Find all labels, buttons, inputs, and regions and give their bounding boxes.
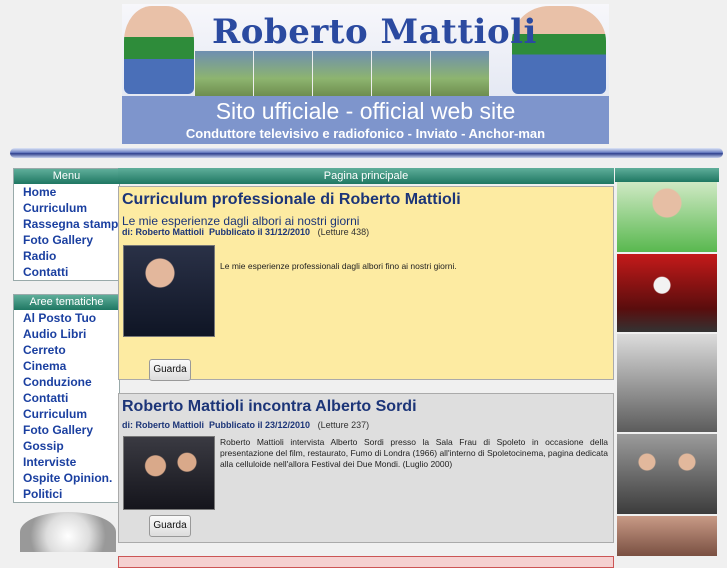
site-subtitle: Sito ufficiale - official web site <box>215 98 516 124</box>
menu-item-contatti[interactable]: Contatti <box>14 264 119 280</box>
site-title: Roberto Mattioli <box>212 12 537 52</box>
site-tagline: Conduttore televisivo e radiofonico - In… <box>185 126 546 141</box>
menu-item-radio[interactable]: Radio <box>14 248 119 264</box>
divider-bar <box>10 148 723 158</box>
article-image[interactable] <box>123 436 215 510</box>
article-reads: (Letture 237) <box>317 420 370 430</box>
areas-title: Aree tematiche <box>14 295 119 310</box>
area-item-conduzione[interactable]: Conduzione <box>14 374 119 390</box>
article-card: Curriculum professionale di Roberto Matt… <box>118 186 614 381</box>
menu-item-foto-gallery[interactable]: Foto Gallery <box>14 232 119 248</box>
banner-caption: Sito ufficiale - official web site Condu… <box>122 96 609 144</box>
article-author: di: Roberto Mattioli <box>122 420 204 430</box>
banner-photo-area: Roberto Mattioli <box>122 4 609 98</box>
main-content: Pagina principale Curriculum professiona… <box>118 168 614 568</box>
area-item-contatti[interactable]: Contatti <box>14 390 119 406</box>
banner-thumb-2 <box>253 50 313 98</box>
wikipedia-globe-icon[interactable] <box>20 512 116 552</box>
article-card: Roberto Mattioli incontra Alberto Sordi … <box>118 393 614 543</box>
article-image[interactable] <box>123 245 215 337</box>
article-date: Pubblicato il 31/12/2010 <box>209 227 311 237</box>
article-card-partial <box>118 556 614 568</box>
banner-thumb-3 <box>312 50 372 98</box>
photo-sidebar <box>615 168 719 558</box>
guarda-button[interactable]: Guarda <box>149 359 191 381</box>
area-item-foto-gallery[interactable]: Foto Gallery <box>14 422 119 438</box>
main-title: Pagina principale <box>118 168 614 184</box>
area-item-gossip[interactable]: Gossip <box>14 438 119 454</box>
area-item-cinema[interactable]: Cinema <box>14 358 119 374</box>
menu-title: Menu <box>14 169 119 184</box>
banner-thumb-4 <box>371 50 431 98</box>
area-item-curriculum[interactable]: Curriculum <box>14 406 119 422</box>
guarda-button[interactable]: Guarda <box>149 515 191 537</box>
header-banner: Roberto Mattioli Sito ufficiale - offici… <box>122 4 609 144</box>
sidebar-photo-4[interactable] <box>617 434 717 514</box>
banner-thumb-1 <box>194 50 254 98</box>
area-item-cerreto[interactable]: Cerreto <box>14 342 119 358</box>
article-reads: (Letture 438) <box>317 227 370 237</box>
menu-item-curriculum[interactable]: Curriculum <box>14 200 119 216</box>
article-title[interactable]: Curriculum professionale di Roberto Matt… <box>122 191 461 209</box>
menu-item-rassegna-stampa[interactable]: Rassegna stampa <box>14 216 125 232</box>
area-item-ospite-opinion[interactable]: Ospite Opinion. <box>14 470 119 486</box>
area-item-al-posto-tuo[interactable]: Al Posto Tuo <box>14 310 119 326</box>
main-menu: Menu Home Curriculum Rassegna stampa Fot… <box>13 168 125 281</box>
article-meta: di: Roberto Mattioli Pubblicato il 23/12… <box>122 420 369 430</box>
article-date: Pubblicato il 23/12/2010 <box>209 420 311 430</box>
area-item-audio-libri[interactable]: Audio Libri <box>14 326 119 342</box>
sidebar-photo-2[interactable] <box>617 254 717 332</box>
article-text: Le mie esperienze professionali dagli al… <box>220 261 457 271</box>
article-title[interactable]: Roberto Mattioli incontra Alberto Sordi <box>122 398 417 416</box>
sidebar-photo-5[interactable] <box>617 516 717 556</box>
article-subtitle: Le mie esperienze dagli albori ai nostri… <box>122 214 360 228</box>
banner-thumb-5 <box>430 50 490 98</box>
sidebar-photo-1[interactable] <box>617 182 717 252</box>
sidebar-photo-3[interactable] <box>617 334 717 432</box>
article-author: di: Roberto Mattioli <box>122 227 204 237</box>
area-item-interviste[interactable]: Interviste <box>14 454 119 470</box>
area-item-politici[interactable]: Politici <box>14 486 119 502</box>
areas-menu: Aree tematiche Al Posto Tuo Audio Libri … <box>13 294 120 503</box>
sidebar-header <box>615 168 719 182</box>
host-photo-left <box>124 6 194 94</box>
article-text: Roberto Mattioli intervista Alberto Sord… <box>220 437 608 469</box>
menu-item-home[interactable]: Home <box>14 184 119 200</box>
article-meta: di: Roberto Mattioli Pubblicato il 31/12… <box>122 227 369 237</box>
